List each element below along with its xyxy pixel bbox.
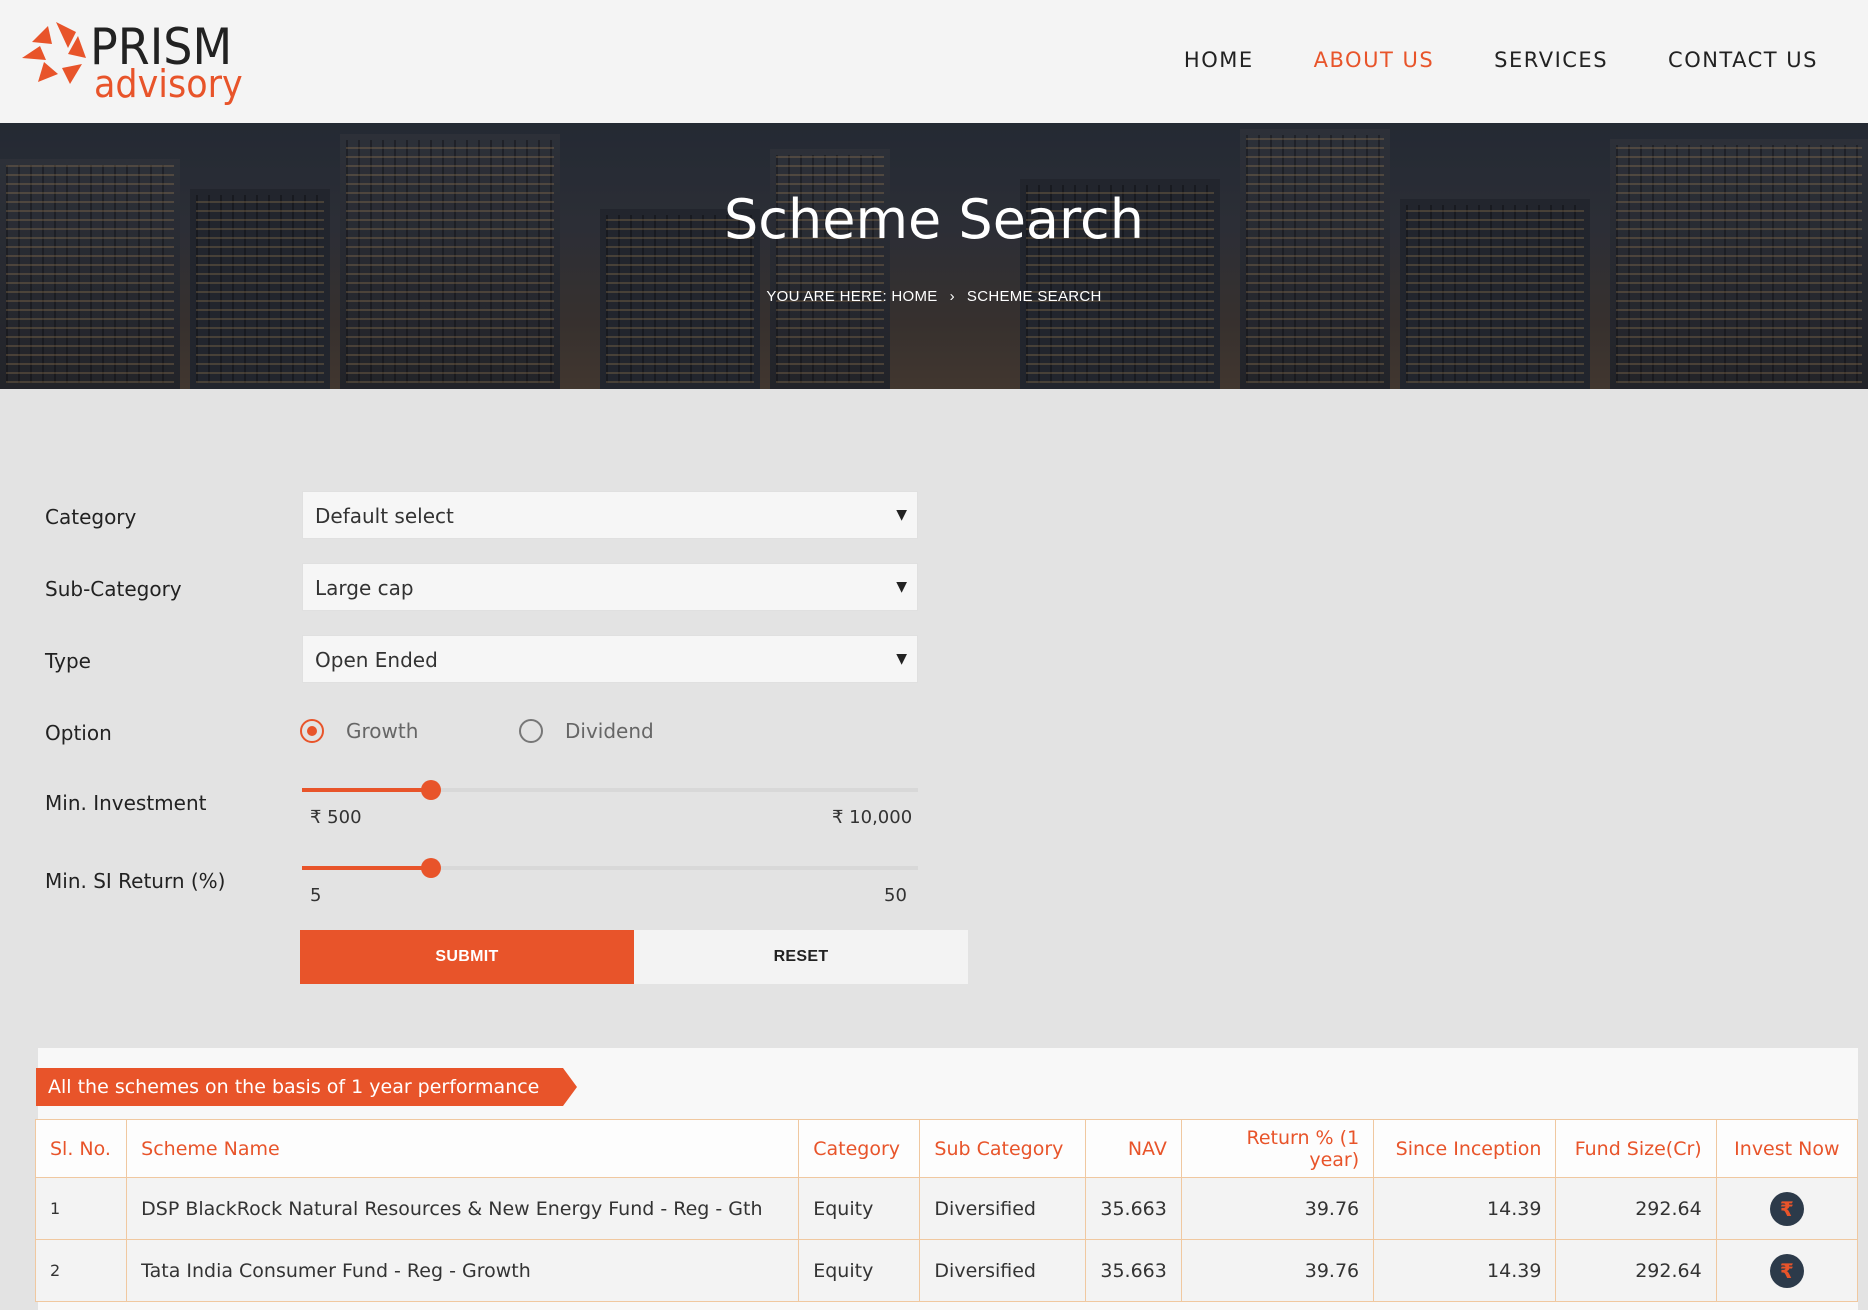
cell-fund-size: 292.64 bbox=[1555, 1239, 1717, 1302]
option-dividend-radio[interactable]: Dividend bbox=[519, 719, 654, 743]
col-sub-category: Sub Category bbox=[919, 1119, 1086, 1178]
site-header: PRISM advisory HOME ABOUT US SERVICES CO… bbox=[0, 0, 1868, 123]
nav-home[interactable]: HOME bbox=[1184, 48, 1254, 72]
min-investment-min: ₹ 500 bbox=[310, 807, 362, 828]
table-header-row: Sl. No. Scheme Name Category Sub Categor… bbox=[34, 1119, 1859, 1178]
col-since-inception: Since Inception bbox=[1373, 1119, 1557, 1178]
reset-button[interactable]: RESET bbox=[634, 930, 968, 984]
type-select[interactable]: Open Ended ▼ bbox=[302, 635, 918, 683]
category-select-value: Default select bbox=[315, 504, 454, 528]
radio-selected-icon bbox=[300, 719, 324, 743]
min-si-return-label: Min. SI Return (%) bbox=[45, 869, 226, 893]
chevron-down-icon: ▼ bbox=[896, 651, 907, 667]
col-sl-no: Sl. No. bbox=[34, 1119, 128, 1178]
table-row: 2 Tata India Consumer Fund - Reg - Growt… bbox=[34, 1239, 1859, 1302]
chevron-down-icon: ▼ bbox=[896, 507, 907, 523]
cell-since-inception: 14.39 bbox=[1373, 1239, 1557, 1302]
subcategory-select[interactable]: Large cap ▼ bbox=[302, 563, 918, 611]
cell-sub-category: Diversified bbox=[919, 1239, 1086, 1302]
logo-word-advisory: advisory bbox=[94, 62, 243, 106]
col-return: Return % (1 year) bbox=[1180, 1119, 1375, 1178]
min-investment-slider[interactable] bbox=[302, 780, 918, 800]
min-si-return-min: 5 bbox=[310, 885, 322, 906]
chevron-down-icon: ▼ bbox=[896, 579, 907, 595]
rupee-icon[interactable]: ₹ bbox=[1769, 1253, 1804, 1288]
slider-fill bbox=[302, 788, 432, 792]
results-panel: All the schemes on the basis of 1 year p… bbox=[34, 1048, 1859, 1310]
type-label: Type bbox=[45, 649, 91, 673]
cell-category: Equity bbox=[798, 1239, 921, 1302]
option-label: Option bbox=[45, 721, 112, 745]
breadcrumb: YOU ARE HERE: HOME › SCHEME SEARCH bbox=[0, 288, 1868, 305]
breadcrumb-separator-icon: › bbox=[949, 288, 955, 305]
main-nav: HOME ABOUT US SERVICES CONTACT US bbox=[1124, 48, 1818, 72]
cell-return: 39.76 bbox=[1180, 1177, 1375, 1240]
cell-category: Equity bbox=[798, 1177, 921, 1240]
col-invest-now: Invest Now bbox=[1715, 1119, 1859, 1178]
rupee-icon[interactable]: ₹ bbox=[1769, 1191, 1804, 1226]
category-select[interactable]: Default select ▼ bbox=[302, 491, 918, 539]
cell-scheme-name: Tata India Consumer Fund - Reg - Growth bbox=[126, 1239, 800, 1302]
nav-contact-us[interactable]: CONTACT US bbox=[1668, 48, 1818, 72]
col-category: Category bbox=[798, 1119, 921, 1178]
scheme-search-form: Category Default select ▼ Sub-Category L… bbox=[0, 389, 1868, 1039]
cell-nav: 35.663 bbox=[1084, 1177, 1182, 1240]
cell-return: 39.76 bbox=[1180, 1239, 1375, 1302]
subcategory-select-value: Large cap bbox=[315, 576, 414, 600]
type-select-value: Open Ended bbox=[315, 648, 438, 672]
option-growth-label: Growth bbox=[346, 719, 419, 743]
cell-sl-no: 2 bbox=[34, 1239, 128, 1302]
results-ribbon: All the schemes on the basis of 1 year p… bbox=[36, 1068, 578, 1106]
min-investment-label: Min. Investment bbox=[45, 791, 207, 815]
hero-overlay bbox=[0, 123, 1868, 389]
min-si-return-slider[interactable] bbox=[302, 858, 918, 878]
table-row: 1 DSP BlackRock Natural Resources & New … bbox=[34, 1177, 1859, 1240]
slider-handle[interactable] bbox=[421, 780, 442, 800]
slider-fill bbox=[302, 866, 432, 870]
radio-unselected-icon bbox=[519, 719, 543, 743]
min-investment-max: ₹ 10,000 bbox=[832, 807, 913, 828]
hero-banner: Scheme Search YOU ARE HERE: HOME › SCHEME … bbox=[0, 123, 1868, 389]
submit-button[interactable]: SUBMIT bbox=[300, 930, 634, 984]
cell-nav: 35.663 bbox=[1084, 1239, 1182, 1302]
page-title: Scheme Search bbox=[724, 188, 1144, 251]
option-dividend-label: Dividend bbox=[565, 719, 654, 743]
breadcrumb-current: SCHEME SEARCH bbox=[966, 288, 1102, 305]
cell-invest-now: ₹ bbox=[1715, 1177, 1859, 1240]
cell-scheme-name: DSP BlackRock Natural Resources & New En… bbox=[126, 1177, 800, 1240]
nav-about-us[interactable]: ABOUT US bbox=[1314, 48, 1435, 72]
category-label: Category bbox=[45, 505, 137, 529]
logo-mark-icon bbox=[22, 22, 86, 84]
col-scheme-name: Scheme Name bbox=[126, 1119, 800, 1178]
cell-sub-category: Diversified bbox=[919, 1177, 1086, 1240]
col-fund-size: Fund Size(Cr) bbox=[1555, 1119, 1717, 1178]
option-growth-radio[interactable]: Growth bbox=[300, 719, 418, 743]
slider-handle[interactable] bbox=[421, 858, 442, 878]
breadcrumb-home[interactable]: YOU ARE HERE: HOME bbox=[766, 288, 937, 305]
cell-invest-now: ₹ bbox=[1715, 1239, 1859, 1302]
results-table: Sl. No. Scheme Name Category Sub Categor… bbox=[34, 1119, 1859, 1302]
brand-logo[interactable]: PRISM advisory bbox=[18, 18, 248, 108]
cell-sl-no: 1 bbox=[34, 1177, 128, 1240]
col-nav: NAV bbox=[1084, 1119, 1182, 1178]
nav-services[interactable]: SERVICES bbox=[1494, 48, 1608, 72]
subcategory-label: Sub-Category bbox=[45, 577, 182, 601]
cell-fund-size: 292.64 bbox=[1555, 1177, 1717, 1240]
min-si-return-max: 50 bbox=[884, 885, 907, 906]
cell-since-inception: 14.39 bbox=[1373, 1177, 1557, 1240]
